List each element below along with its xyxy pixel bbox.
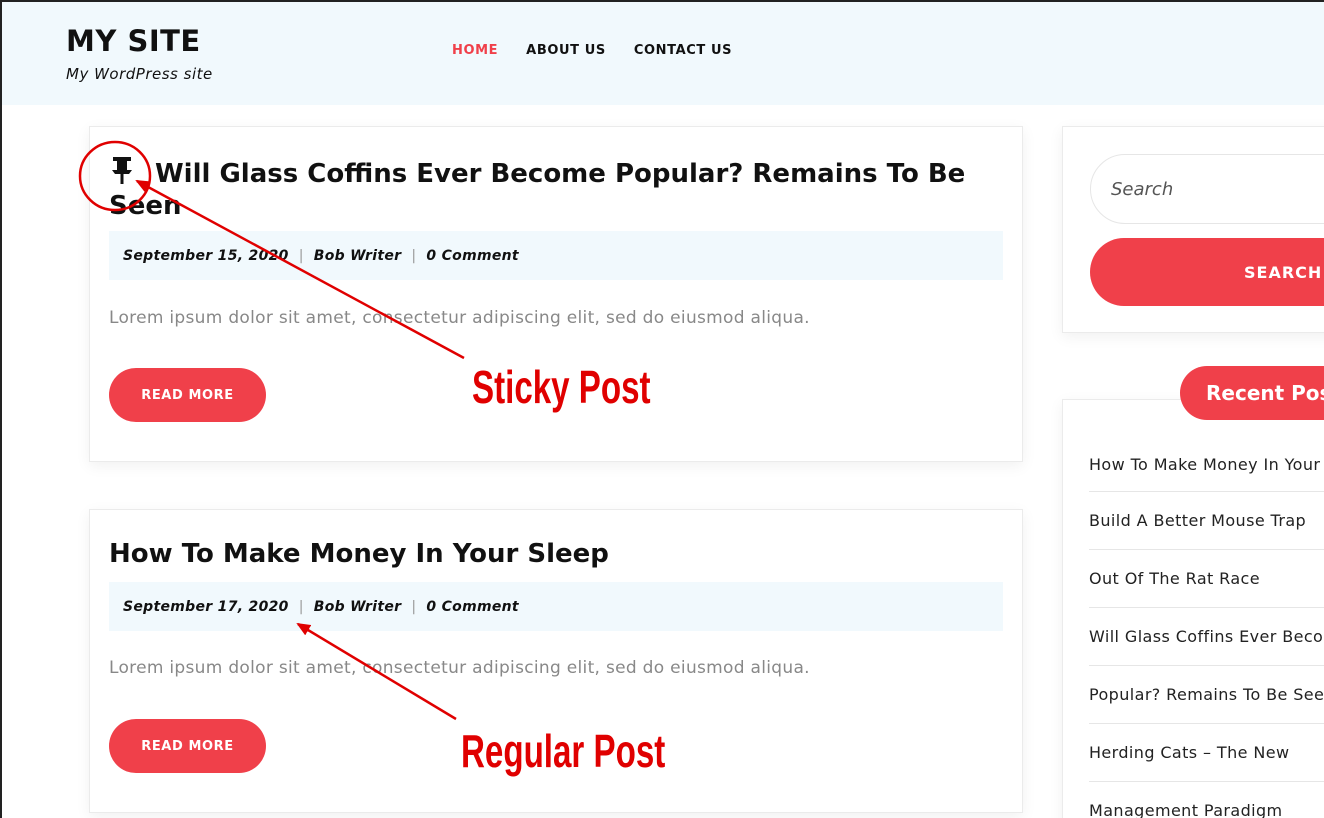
nav-item-contact-us[interactable]: CONTACT US [634,43,732,58]
post-excerpt: Lorem ipsum dolor sit amet, consectetur … [109,658,810,678]
nav-item-home[interactable]: HOME [452,43,498,58]
recent-post-link[interactable]: Will Glass Coffins Ever Become [1089,608,1324,666]
recent-post-link[interactable]: Herding Cats – The New [1089,724,1324,782]
recent-post-link[interactable]: Build A Better Mouse Trap [1089,492,1324,550]
read-more-button[interactable]: READ MORE [109,719,266,773]
search-button[interactable]: SEARCH [1090,238,1324,306]
site-tagline: My WordPress site [66,65,213,83]
main-nav: HOME ABOUT US CONTACT US [452,43,732,58]
sticky-post-card: Will Glass Coffins Ever Become Popular? … [89,126,1023,462]
post-comments[interactable]: 0 Comment [426,599,519,615]
recent-post-link[interactable]: How To Make Money In Your Sleep [1089,433,1324,492]
browser-viewport: MY SITE My WordPress site HOME ABOUT US … [0,0,1324,818]
regular-post-card: How To Make Money In Your Sleep Septembe… [89,509,1023,813]
post-title[interactable]: How To Make Money In Your Sleep [109,538,982,570]
search-input[interactable] [1090,154,1324,224]
recent-posts-list: How To Make Money In Your Sleep Build A … [1089,433,1324,818]
post-meta: September 15, 2020 | Bob Writer | 0 Comm… [109,231,1003,280]
recent-post-link[interactable]: Out Of The Rat Race [1089,550,1324,608]
meta-separator: | [411,598,417,615]
post-date[interactable]: September 17, 2020 [123,599,289,615]
post-excerpt: Lorem ipsum dolor sit amet, consectetur … [109,308,810,328]
post-title[interactable]: Will Glass Coffins Ever Become Popular? … [109,155,982,222]
nav-item-about-us[interactable]: ABOUT US [526,43,606,58]
post-comments[interactable]: 0 Comment [426,248,519,264]
recent-post-link[interactable]: Popular? Remains To Be Seen [1089,666,1324,724]
post-meta: September 17, 2020 | Bob Writer | 0 Comm… [109,582,1003,631]
site-title[interactable]: MY SITE [66,24,201,58]
site-header: MY SITE My WordPress site HOME ABOUT US … [2,2,1324,105]
recent-post-link[interactable]: Management Paradigm [1089,782,1324,818]
search-widget: SEARCH [1062,126,1324,333]
read-more-button[interactable]: READ MORE [109,368,266,422]
post-date[interactable]: September 15, 2020 [123,248,289,264]
pin-icon [109,155,135,185]
post-author[interactable]: Bob Writer [314,248,402,264]
meta-separator: | [298,247,304,264]
post-author[interactable]: Bob Writer [314,599,402,615]
post-title-text: Will Glass Coffins Ever Become Popular? … [109,159,966,221]
widget-title: Recent Posts [1180,366,1324,420]
meta-separator: | [298,598,304,615]
meta-separator: | [411,247,417,264]
recent-posts-widget: Recent Posts How To Make Money In Your S… [1062,366,1324,818]
